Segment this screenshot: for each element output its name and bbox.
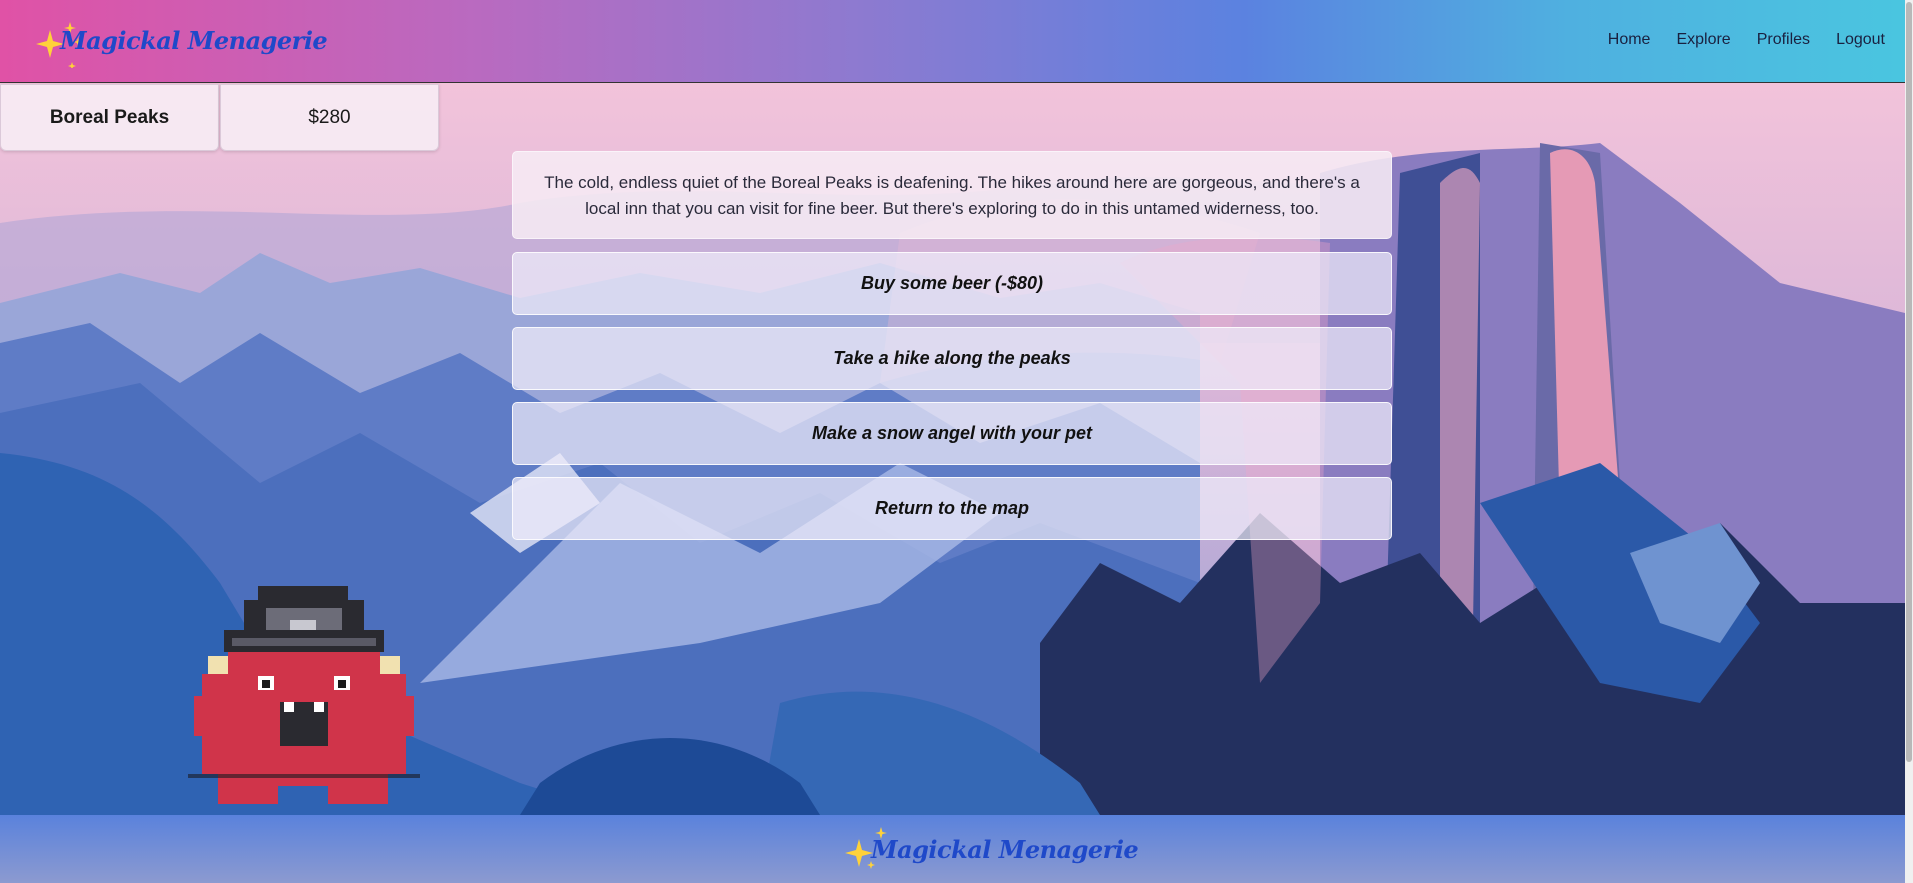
scrollbar-thumb[interactable]	[1906, 2, 1912, 762]
money-balance: $280	[220, 84, 439, 151]
footer: Magickal Menagerie	[0, 815, 1913, 883]
brand-logo[interactable]: Magickal Menagerie	[30, 16, 328, 68]
return-to-map-button[interactable]: Return to the map	[512, 477, 1392, 540]
page-scrollbar[interactable]	[1905, 0, 1913, 883]
nav-home-link[interactable]: Home	[1608, 31, 1651, 49]
snow-angel-button[interactable]: Make a snow angel with your pet	[512, 402, 1392, 465]
nav-profiles-link[interactable]: Profiles	[1757, 31, 1810, 49]
top-navbar: Magickal Menagerie Home Explore Profiles…	[0, 0, 1913, 83]
brand-name: Magickal Menagerie	[60, 26, 328, 55]
nav-explore-link[interactable]: Explore	[1676, 31, 1730, 49]
footer-brand-logo[interactable]: Magickal Menagerie	[843, 823, 1139, 879]
current-location: Boreal Peaks	[0, 84, 219, 151]
pet-creature-icon	[188, 586, 420, 804]
location-description: The cold, endless quiet of the Boreal Pe…	[512, 151, 1392, 239]
buy-beer-button[interactable]: Buy some beer (-$80)	[512, 252, 1392, 315]
nav-menu: Home Explore Profiles Logout	[1608, 31, 1885, 49]
footer-brand-name: Magickal Menagerie	[871, 835, 1139, 864]
pet-sprite	[188, 586, 420, 812]
hike-peaks-button[interactable]: Take a hike along the peaks	[512, 327, 1392, 390]
nav-logout-link[interactable]: Logout	[1836, 31, 1885, 49]
